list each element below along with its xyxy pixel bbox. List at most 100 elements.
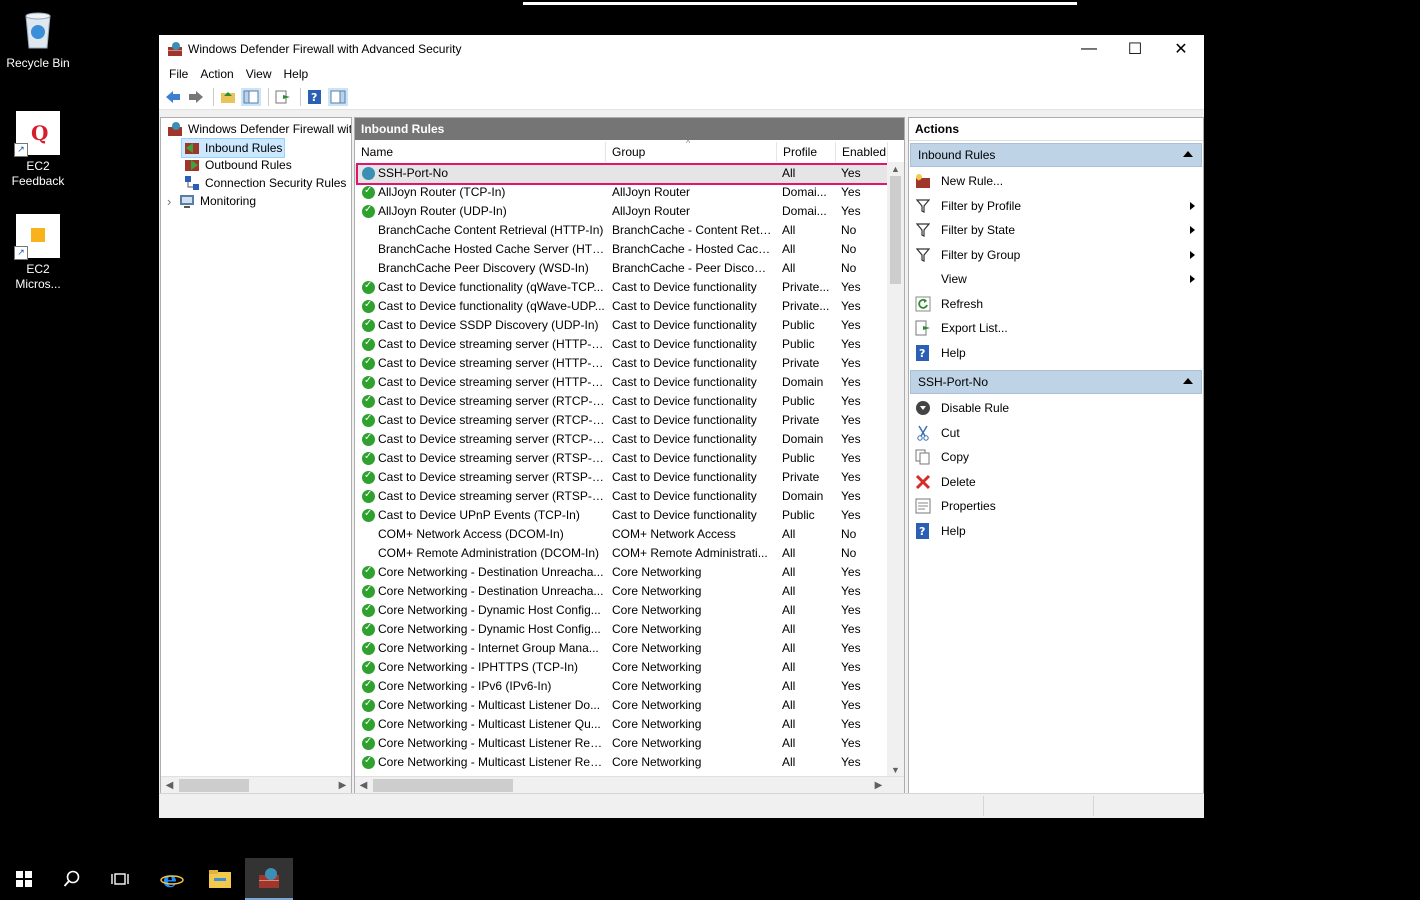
firewall-taskbar-button[interactable] bbox=[245, 858, 293, 900]
table-row[interactable]: Core Networking - IPv6 (IPv6-In) Core Net… bbox=[355, 677, 887, 696]
action-new-rule[interactable]: New Rule... bbox=[909, 169, 1203, 194]
table-row[interactable]: Cast to Device streaming server (RTSP-St… bbox=[355, 487, 887, 506]
maximize-button[interactable]: ☐ bbox=[1112, 35, 1158, 63]
scroll-thumb[interactable] bbox=[373, 779, 513, 792]
action-filter-by-group[interactable]: Filter by Group bbox=[909, 243, 1203, 268]
table-row[interactable]: AllJoyn Router (UDP-In) AllJoyn Router Dom… bbox=[355, 202, 887, 221]
actions-section-header[interactable]: SSH-Port-No bbox=[910, 370, 1202, 394]
table-row[interactable]: Core Networking - Internet Group Mana...… bbox=[355, 639, 887, 658]
forward-button[interactable] bbox=[186, 88, 206, 106]
table-row[interactable]: Core Networking - Multicast Listener Rep… bbox=[355, 734, 887, 753]
table-row[interactable]: Cast to Device streaming server (HTTP-St… bbox=[355, 354, 887, 373]
scroll-right-icon[interactable]: ▶ bbox=[334, 777, 351, 794]
table-row[interactable]: BranchCache Peer Discovery (WSD-In) Branc… bbox=[355, 259, 887, 278]
desktop-icon-recycle-bin[interactable]: Recycle Bin bbox=[3, 8, 73, 70]
menu-view[interactable]: View bbox=[240, 67, 278, 81]
action-cut[interactable]: Cut bbox=[909, 421, 1203, 446]
table-row[interactable]: SSH-Port-No All Yes bbox=[355, 164, 887, 183]
actions-pane-title: Actions bbox=[909, 118, 1203, 141]
table-row[interactable]: Core Networking - Destination Unreacha..… bbox=[355, 563, 887, 582]
table-row[interactable]: Core Networking - Dynamic Host Config...… bbox=[355, 620, 887, 639]
collapse-caret-icon[interactable] bbox=[1183, 378, 1193, 384]
close-button[interactable]: ✕ bbox=[1158, 35, 1204, 63]
table-row[interactable]: Core Networking - Multicast Listener Qu.… bbox=[355, 715, 887, 734]
tree-item-connection-security-rules[interactable]: Connection Security Rules bbox=[184, 174, 346, 192]
action-disable-rule[interactable]: Disable Rule bbox=[909, 396, 1203, 421]
table-row[interactable]: Cast to Device functionality (qWave-TCP.… bbox=[355, 278, 887, 297]
scroll-right-icon[interactable]: ▶ bbox=[870, 777, 887, 794]
rules-vertical-scrollbar[interactable]: ▲ ▼ bbox=[887, 162, 904, 777]
desktop-icon-ec2-feedback[interactable]: Q ↗ EC2 Feedback bbox=[3, 111, 73, 189]
table-row[interactable]: Cast to Device streaming server (RTCP-St… bbox=[355, 392, 887, 411]
table-row[interactable]: Core Networking - Multicast Listener Rep… bbox=[355, 753, 887, 772]
table-row[interactable]: COM+ Remote Administration (DCOM-In) COM+… bbox=[355, 544, 887, 563]
action-export-list[interactable]: Export List... bbox=[909, 316, 1203, 341]
scroll-thumb[interactable] bbox=[179, 779, 249, 792]
scroll-left-icon[interactable]: ◀ bbox=[355, 777, 372, 794]
action-properties[interactable]: Properties bbox=[909, 494, 1203, 519]
scroll-down-icon[interactable]: ▼ bbox=[887, 763, 904, 777]
menu-action[interactable]: Action bbox=[194, 67, 239, 81]
action-filter-by-profile[interactable]: Filter by Profile bbox=[909, 194, 1203, 219]
minimize-button[interactable]: — bbox=[1066, 35, 1112, 63]
search-button[interactable] bbox=[48, 858, 96, 900]
table-row[interactable]: Cast to Device streaming server (RTCP-St… bbox=[355, 430, 887, 449]
rules-horizontal-scrollbar[interactable]: ◀ ▶ bbox=[355, 776, 904, 794]
task-view-button[interactable] bbox=[96, 858, 144, 900]
menu-help[interactable]: Help bbox=[278, 67, 315, 81]
tree-horizontal-scrollbar[interactable]: ◀ ▶ bbox=[161, 776, 351, 794]
tree-item-monitoring[interactable]: › Monitoring bbox=[167, 192, 256, 210]
tree-root[interactable]: Windows Defender Firewall with Advanced … bbox=[167, 120, 351, 138]
expand-chevron-icon[interactable]: › bbox=[167, 194, 179, 209]
table-row[interactable]: Cast to Device SSDP Discovery (UDP-In) Ca… bbox=[355, 316, 887, 335]
table-row[interactable]: BranchCache Content Retrieval (HTTP-In) B… bbox=[355, 221, 887, 240]
table-row[interactable]: AllJoyn Router (TCP-In) AllJoyn Router Dom… bbox=[355, 183, 887, 202]
table-row[interactable]: Core Networking - Dynamic Host Config...… bbox=[355, 601, 887, 620]
column-header-name[interactable]: Name bbox=[355, 142, 606, 162]
scroll-up-icon[interactable]: ▲ bbox=[887, 162, 904, 176]
column-header-group[interactable]: Group ^ bbox=[606, 138, 777, 162]
show-hide-action-pane-button[interactable] bbox=[328, 88, 348, 106]
table-row[interactable]: COM+ Network Access (DCOM-In) COM+ Networ… bbox=[355, 525, 887, 544]
back-button[interactable] bbox=[163, 88, 183, 106]
actions-section-header[interactable]: Inbound Rules bbox=[910, 143, 1202, 167]
table-row[interactable]: Cast to Device streaming server (HTTP-St… bbox=[355, 335, 887, 354]
action-refresh[interactable]: Refresh bbox=[909, 292, 1203, 317]
file-explorer-button[interactable] bbox=[196, 858, 244, 900]
table-row[interactable]: Core Networking - Multicast Listener Do.… bbox=[355, 696, 887, 715]
scroll-left-icon[interactable]: ◀ bbox=[161, 777, 178, 794]
tree-item-outbound-rules[interactable]: Outbound Rules bbox=[184, 156, 292, 174]
title-bar[interactable]: Windows Defender Firewall with Advanced … bbox=[159, 35, 1204, 63]
action-delete[interactable]: Delete bbox=[909, 470, 1203, 495]
table-row[interactable]: Cast to Device streaming server (RTCP-St… bbox=[355, 411, 887, 430]
collapse-caret-icon[interactable] bbox=[1183, 151, 1193, 157]
table-row[interactable]: Cast to Device functionality (qWave-UDP.… bbox=[355, 297, 887, 316]
export-list-button[interactable] bbox=[273, 88, 293, 106]
desktop-icon-ec2-micros[interactable]: ↗ EC2 Micros... bbox=[3, 214, 73, 292]
menu-file[interactable]: File bbox=[163, 67, 194, 81]
action-copy[interactable]: Copy bbox=[909, 445, 1203, 470]
table-row[interactable]: Cast to Device streaming server (HTTP-St… bbox=[355, 373, 887, 392]
rule-group bbox=[612, 164, 772, 183]
table-row[interactable]: Cast to Device streaming server (RTSP-St… bbox=[355, 468, 887, 487]
table-row[interactable]: Cast to Device UPnP Events (TCP-In) Cast … bbox=[355, 506, 887, 525]
action-help[interactable]: ? Help bbox=[909, 341, 1203, 366]
start-button[interactable] bbox=[0, 858, 48, 900]
table-row[interactable]: Core Networking - Destination Unreacha..… bbox=[355, 582, 887, 601]
help-button[interactable]: ? bbox=[305, 88, 325, 106]
show-hide-console-tree-button[interactable] bbox=[241, 88, 261, 106]
action-filter-by-state[interactable]: Filter by State bbox=[909, 218, 1203, 243]
action-help[interactable]: ? Help bbox=[909, 519, 1203, 544]
folder-up-icon bbox=[221, 92, 235, 103]
action-label: Copy bbox=[941, 450, 970, 465]
table-row[interactable]: BranchCache Hosted Cache Server (HTT... B… bbox=[355, 240, 887, 259]
column-header-profile[interactable]: Profile bbox=[777, 142, 836, 162]
up-one-level-button[interactable] bbox=[218, 88, 238, 106]
column-header-enabled[interactable]: Enabled bbox=[836, 142, 888, 162]
action-view[interactable]: View bbox=[909, 267, 1203, 292]
tree-item-inbound-rules[interactable]: Inbound Rules bbox=[181, 138, 286, 158]
table-row[interactable]: Cast to Device streaming server (RTSP-St… bbox=[355, 449, 887, 468]
internet-explorer-button[interactable]: e bbox=[148, 858, 196, 900]
table-row[interactable]: Core Networking - IPHTTPS (TCP-In) Core N… bbox=[355, 658, 887, 677]
scroll-thumb[interactable] bbox=[890, 176, 901, 284]
